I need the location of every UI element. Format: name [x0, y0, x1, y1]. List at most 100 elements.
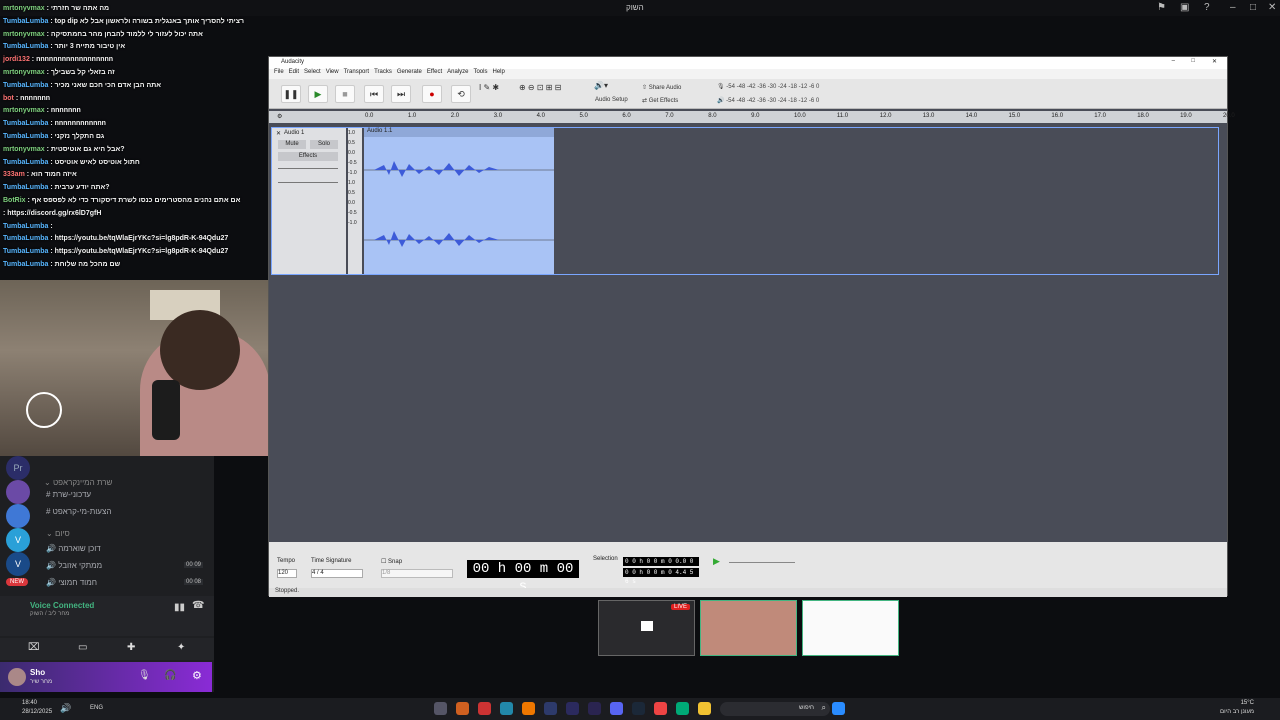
chat-username[interactable]: TumbaLumba — [3, 43, 48, 50]
audio-track[interactable]: ✕ Audio 1 Mute Solo Effects 1.0 0.5 0.0 -0.… — [271, 127, 1219, 275]
chat-username[interactable]: mrtonyvmax — [3, 146, 45, 153]
voice-channel[interactable]: 🔊 ממתקי אזובל — [46, 561, 102, 570]
close-icon[interactable]: ✕ — [1268, 2, 1276, 13]
pin-icon[interactable]: ⚑ — [1157, 2, 1166, 13]
audio-setup-label[interactable]: Audio Setup — [595, 97, 628, 103]
screen-icon[interactable]: ▣ — [1180, 2, 1189, 13]
track-name[interactable]: Audio 1 — [284, 130, 304, 136]
effects-button[interactable]: Effects — [278, 152, 338, 161]
windows-start-icon[interactable] — [832, 702, 845, 715]
menu-item[interactable]: Edit — [289, 69, 299, 75]
menu-item[interactable]: Tracks — [374, 69, 392, 75]
track-close-icon[interactable]: ✕ — [276, 130, 281, 137]
folder-icon[interactable] — [698, 702, 711, 715]
maximize-icon[interactable]: □ — [1191, 58, 1195, 64]
snap-select[interactable]: 1/8 — [381, 569, 453, 578]
after-effects-icon[interactable] — [566, 702, 579, 715]
app-icon[interactable] — [456, 702, 469, 715]
chat-username[interactable]: TumbaLumba — [3, 159, 48, 166]
close-icon[interactable]: ✕ — [1212, 58, 1217, 65]
play-at-speed-button[interactable]: ▶ — [713, 556, 720, 567]
loop-button[interactable]: ⟲ — [451, 85, 471, 103]
chat-username[interactable]: TumbaLumba — [3, 120, 48, 127]
snap-checkbox[interactable]: ☐ Snap — [381, 558, 402, 565]
selection-start[interactable]: 0 0 h 0 0 m 0 0.0 0 0 s — [623, 557, 699, 574]
playback-meter[interactable]: 🔊 -54 -48 -42 -36 -30 -24 -18 -12 -6 0 — [717, 97, 819, 104]
disconnect-icon[interactable]: ☎ — [192, 600, 204, 611]
avatar-thumbnail[interactable] — [700, 600, 797, 656]
chat-username[interactable]: TumbaLumba — [3, 184, 48, 191]
speaker-icon[interactable]: 🔊▾ — [594, 81, 608, 90]
chat-username[interactable]: TumbaLumba — [3, 261, 48, 268]
channel-item[interactable]: # הצעות-מי-קראפט — [46, 507, 111, 516]
record-button[interactable]: ● — [422, 85, 442, 103]
discord-icon[interactable] — [610, 702, 623, 715]
share-audio-button[interactable]: ⇧ Share Audio — [642, 84, 681, 91]
menu-item[interactable]: Select — [304, 69, 321, 75]
mic-icon[interactable]: 🎙 — [138, 670, 151, 681]
chat-username[interactable]: TumbaLumba — [3, 18, 48, 25]
app-icon[interactable] — [676, 702, 689, 715]
voice-category[interactable]: ⌄ סיום — [46, 529, 70, 538]
record-meter[interactable]: 🎙 -54 -48 -42 -36 -30 -24 -18 -12 -6 0 — [717, 83, 819, 90]
chat-username[interactable]: TumbaLumba — [3, 133, 48, 140]
app-icon[interactable] — [434, 702, 447, 715]
skip-start-button[interactable]: ⏮ — [364, 85, 384, 103]
signal-icon[interactable]: ▮▮ — [174, 602, 185, 613]
timeline-settings-icon[interactable]: ⚙ — [277, 113, 282, 120]
soundboard-icon[interactable]: ✦ — [177, 642, 185, 653]
menu-item[interactable]: Analyze — [447, 69, 468, 75]
play-button[interactable]: ▶ — [308, 85, 328, 103]
server-v-icon[interactable]: V — [6, 552, 30, 576]
gain-slider[interactable] — [278, 168, 338, 169]
chat-username[interactable]: TumbaLumba — [3, 235, 48, 242]
menu-item[interactable]: Generate — [397, 69, 422, 75]
app-icon[interactable] — [522, 702, 535, 715]
search-box[interactable]: חיפוש ⌕ — [720, 702, 830, 716]
screen-share-icon[interactable]: ▭ — [78, 642, 87, 653]
solo-button[interactable]: Solo — [310, 140, 338, 149]
premiere-icon[interactable] — [588, 702, 601, 715]
chat-username[interactable]: bot — [3, 95, 14, 102]
app-icon[interactable] — [478, 702, 491, 715]
chat-username[interactable]: TumbaLumba — [3, 223, 48, 230]
menu-item[interactable]: Tools — [473, 69, 487, 75]
menu-item[interactable]: File — [274, 69, 284, 75]
avatar[interactable] — [8, 668, 26, 686]
mute-button[interactable]: Mute — [278, 140, 306, 149]
chat-username[interactable]: TumbaLumba — [3, 248, 48, 255]
voice-channel[interactable]: 🔊 דוכן שוארמה — [46, 544, 101, 553]
play-speed-slider[interactable] — [729, 562, 795, 563]
voice-channel[interactable]: 🔊 חמוד חמוצי — [46, 578, 97, 587]
blank-thumbnail[interactable] — [802, 600, 899, 656]
time-signature-input[interactable]: 4 / 4 — [311, 569, 363, 578]
brave-icon[interactable] — [654, 702, 667, 715]
settings-gear-icon[interactable]: ⚙ — [192, 669, 202, 682]
zoom-tools[interactable]: ⊕ ⊖ ⊡ ⊞ ⊟ — [519, 83, 561, 92]
headset-icon[interactable]: 🎧 — [164, 670, 176, 681]
server-icon[interactable] — [6, 504, 30, 528]
category-header[interactable]: ⌄ שרת המיינקראפט — [44, 478, 112, 487]
pause-button[interactable]: ❚❚ — [281, 85, 301, 103]
pan-slider[interactable] — [278, 182, 338, 183]
edit-tools[interactable]: I ✎ ✱ — [479, 83, 499, 92]
server-icon[interactable] — [6, 480, 30, 504]
steam-icon[interactable] — [632, 702, 645, 715]
selection-end[interactable]: 0 0 h 0 0 m 0 4.4 5 6 s — [623, 568, 699, 585]
skip-end-button[interactable]: ⏭ — [391, 85, 411, 103]
minimize-icon[interactable]: – — [1172, 58, 1175, 64]
photoshop-icon[interactable] — [544, 702, 557, 715]
screen-thumbnail[interactable]: LIVE — [598, 600, 695, 656]
volume-icon[interactable]: 🔊 — [60, 703, 71, 714]
chat-username[interactable]: BotRix — [3, 197, 26, 204]
chat-username[interactable]: TumbaLumba — [3, 82, 48, 89]
chat-username[interactable]: mrtonyvmax — [3, 5, 45, 12]
chat-username[interactable]: mrtonyvmax — [3, 69, 45, 76]
menu-item[interactable]: Transport — [344, 69, 369, 75]
get-effects-button[interactable]: ⇄ Get Effects — [642, 97, 678, 104]
chat-username[interactable]: jordi132 — [3, 56, 30, 63]
activity-icon[interactable]: ✚ — [127, 642, 135, 653]
audio-clip[interactable]: Audio 1.1 — [364, 128, 554, 274]
timeline-ruler[interactable]: ⚙ 0.0 1.0 2.0 3.0 4.0 5.0 6.0 7.0 8.0 9.0 10.0 11.0… — [269, 111, 1235, 123]
chat-username[interactable]: 333am — [3, 171, 25, 178]
